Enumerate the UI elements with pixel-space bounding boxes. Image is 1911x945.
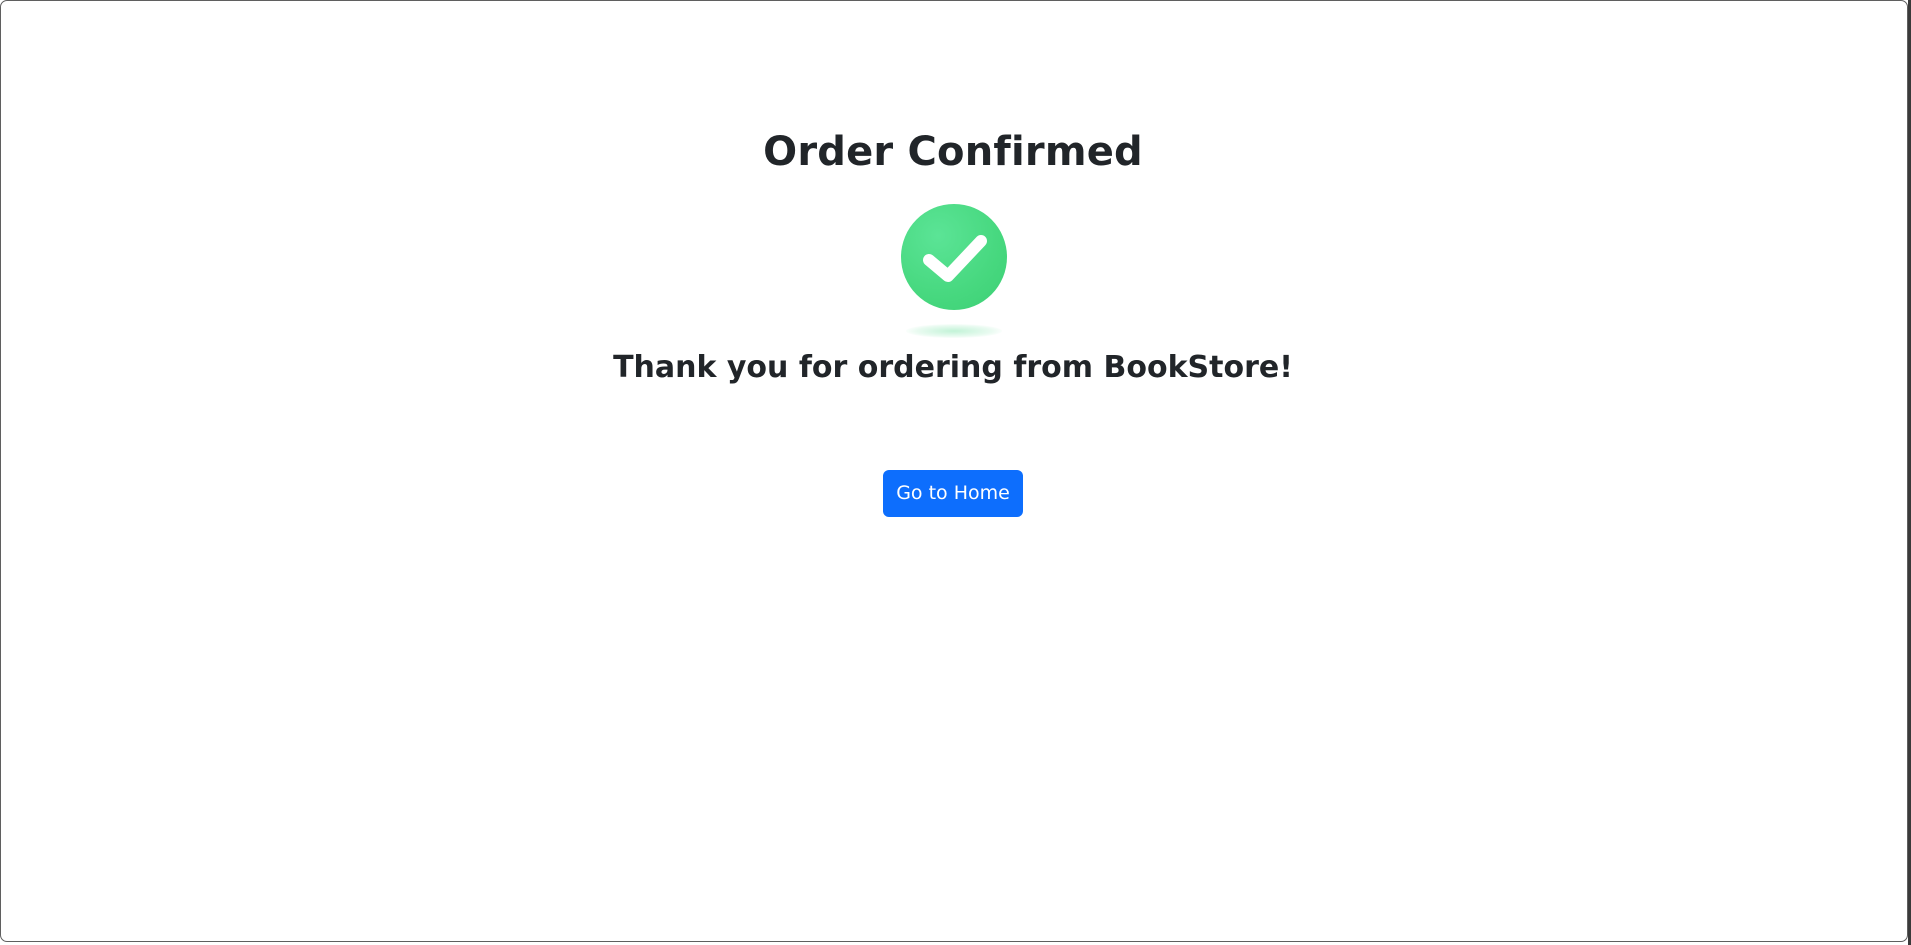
go-to-home-button[interactable]: Go to Home xyxy=(883,470,1023,517)
order-confirmation-page: Order Confirmed Thank you for ordering f… xyxy=(1,1,1905,941)
page-title: Order Confirmed xyxy=(763,129,1143,175)
success-indicator xyxy=(901,204,1007,340)
check-circle-icon xyxy=(901,204,1007,310)
browser-viewport: Order Confirmed Thank you for ordering f… xyxy=(0,0,1908,942)
checkmark-icon xyxy=(923,235,987,282)
icon-shadow xyxy=(906,324,1002,338)
thank-you-message: Thank you for ordering from BookStore! xyxy=(613,350,1293,385)
